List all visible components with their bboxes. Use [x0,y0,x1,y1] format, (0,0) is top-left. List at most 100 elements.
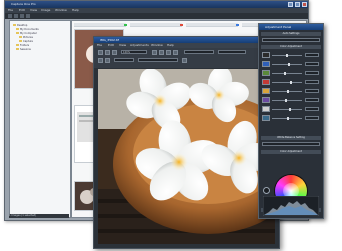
menu-item-edit[interactable]: Edit [19,8,25,12]
slider-5[interactable] [272,90,302,93]
main-photo [98,69,275,244]
section-auto-settings[interactable]: Auto Settings [261,32,321,36]
refresh-icon[interactable] [26,14,30,18]
eyedropper-icon[interactable] [263,187,270,194]
slider-8[interactable] [272,117,302,120]
forward-arrow-icon[interactable] [14,14,18,18]
folder-icon [16,44,19,46]
menu-item-adjustments[interactable]: Adjustments [130,43,149,47]
slider-knob[interactable] [287,90,289,93]
menu-item-view[interactable]: View [119,43,126,47]
menu-item-file[interactable]: File [8,8,13,12]
tree-item-label: My Documents [20,28,39,31]
value-field-6[interactable] [305,98,319,102]
hand-tool-icon[interactable] [98,58,103,63]
value-field-1[interactable] [305,53,319,57]
value-field-8[interactable] [305,116,319,120]
swatch-purple[interactable] [262,97,270,103]
adjustment-panel: Adjustment Panel Auto Settings Color Adj… [258,23,324,219]
slider-6[interactable] [272,99,302,102]
tree-item-desktop[interactable]: Desktop [13,24,27,27]
swatch-black[interactable] [262,52,270,58]
menu-item-help[interactable]: Help [167,43,174,47]
folder-icon [13,24,16,26]
folder-icon [16,28,19,30]
histogram-chart [263,196,319,216]
first-image-icon[interactable] [152,50,157,55]
tree-item-sessions[interactable]: Sessions [16,48,31,51]
swatch-green[interactable] [262,70,270,76]
tree-item-capture[interactable]: Capture [19,40,33,43]
label-color-blue [236,24,239,26]
close-button[interactable] [302,2,307,7]
file-name-field[interactable] [184,50,214,54]
swatch-white[interactable] [262,106,270,112]
fit-to-window-icon[interactable] [182,58,187,63]
swatch-cyan[interactable] [262,115,270,121]
maximize-button[interactable] [295,2,300,7]
menu-item-window[interactable]: Window [151,43,163,47]
menu-item-help[interactable]: Help [72,8,79,12]
menu-item-window[interactable]: Window [55,8,67,12]
rotate-left-icon[interactable] [98,50,103,55]
tree-item-folders[interactable]: Folders [16,44,29,47]
menu-item-file[interactable]: File [97,43,102,47]
tree-item-computer[interactable]: My Computer [16,32,37,35]
slider-knob[interactable] [289,108,291,111]
folder-tree: Desktop My Documents My Computer Picture… [9,20,71,218]
zoom-tool-icon[interactable] [105,58,110,63]
zoom-field[interactable]: 100% [121,50,147,54]
rotate-right-icon[interactable] [105,50,110,55]
slider-knob[interactable] [287,117,289,120]
grid-header-cell [130,23,182,27]
tree-item-label: Capture [23,40,33,43]
last-image-icon[interactable] [173,50,178,55]
value-field-5[interactable] [305,89,319,93]
scale-field[interactable] [114,58,134,62]
slider-knob[interactable] [285,99,287,102]
value-field-2[interactable] [305,62,319,66]
slider-knob[interactable] [290,81,292,84]
menu-item-view[interactable]: View [30,8,37,12]
crop-icon[interactable] [112,50,117,55]
tree-item-label: Pictures [23,36,33,39]
minimize-button[interactable] [288,2,293,7]
tree-item-label: Folders [20,44,30,47]
tree-item-pictures[interactable]: Pictures [19,36,33,39]
slider-knob[interactable] [284,72,286,75]
section-white-balance[interactable]: White Balance Setting [261,136,321,140]
value-field-7[interactable] [305,107,319,111]
value-field-3[interactable] [305,71,319,75]
grid-header-cell [74,23,126,27]
slider-3[interactable] [272,72,302,75]
section-color-adjustment[interactable]: Color Adjustment [261,45,321,49]
slider-7[interactable] [272,108,302,111]
menu-item-image[interactable]: Image [41,8,50,12]
slider-2[interactable] [272,63,302,66]
back-arrow-icon[interactable] [8,14,12,18]
white-balance-select[interactable] [262,142,320,146]
tree-item-documents[interactable]: My Documents [16,28,39,31]
auto-settings-select[interactable] [262,38,320,42]
folder-icon [16,32,19,34]
section-color-adjustment-2[interactable]: Color Adjustment [261,150,321,154]
previous-image-icon[interactable] [159,50,164,55]
swatch-red[interactable] [262,79,270,85]
tree-item-label: Sessions [20,48,31,51]
swatch-blue[interactable] [262,61,270,67]
slider-knob[interactable] [288,63,290,66]
slider-1[interactable] [272,54,302,57]
browser-toolbar [5,13,308,19]
folder-up-icon[interactable] [20,14,24,18]
slider-knob[interactable] [286,54,288,57]
image-viewer-window: IMG_3502.tif File Edit View Adjustments … [93,36,280,249]
rating-field[interactable] [218,50,246,54]
tree-item-label: Desktop [17,24,28,27]
panel-title: Adjustment Panel [265,25,292,29]
value-field-4[interactable] [305,80,319,84]
next-image-icon[interactable] [166,50,171,55]
slider-4[interactable] [272,81,302,84]
menu-item-edit[interactable]: Edit [108,43,114,47]
swatch-yellow[interactable] [262,88,270,94]
folder-path-field[interactable] [138,58,178,62]
